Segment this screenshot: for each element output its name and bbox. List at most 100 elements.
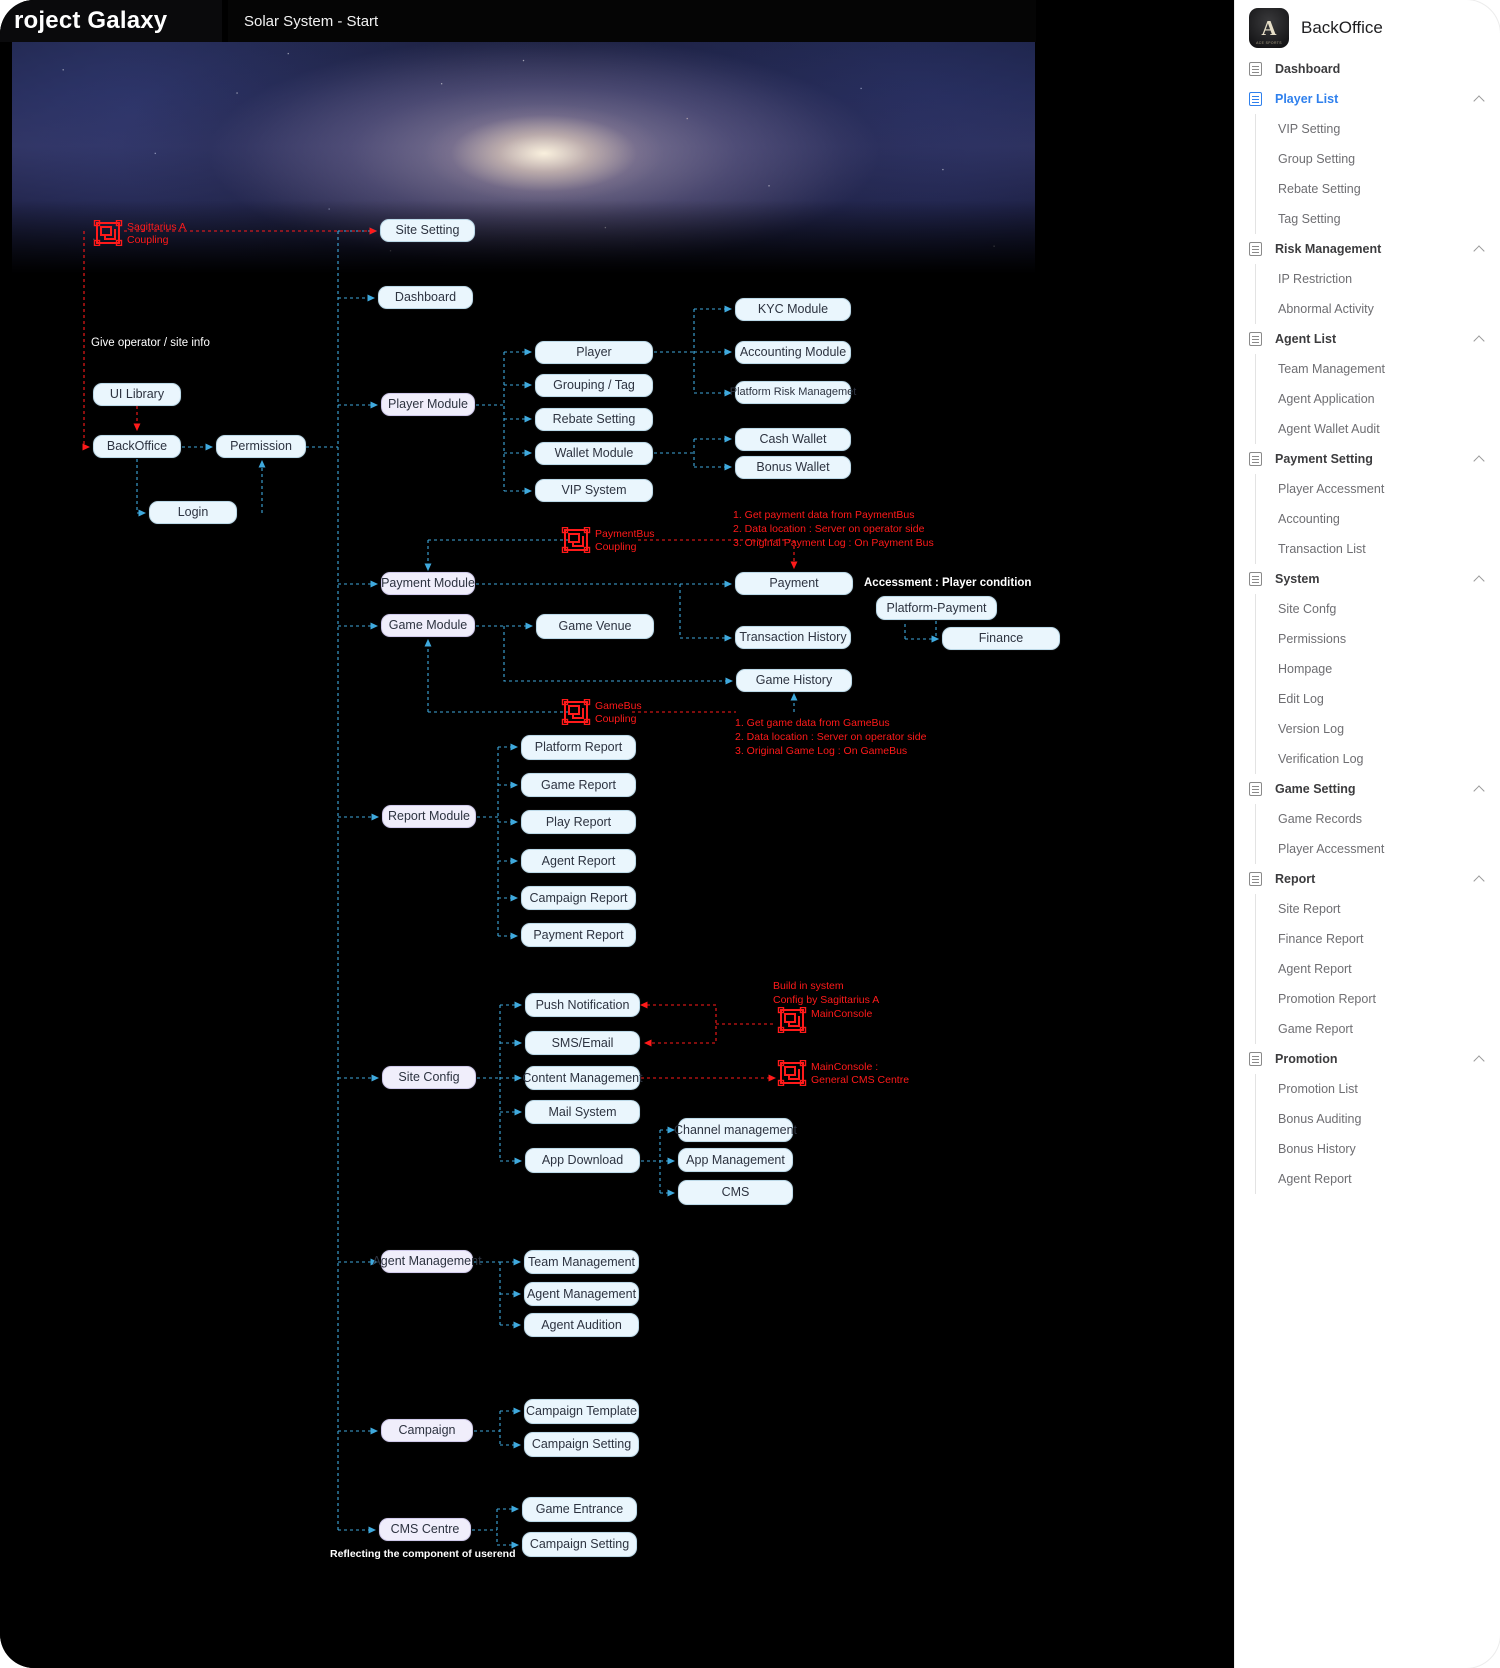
chevron-up-icon[interactable]: [1474, 1053, 1486, 1065]
node-content-management[interactable]: Content Management: [522, 1066, 643, 1090]
document-tab-bar[interactable]: Solar System - Start: [228, 0, 1036, 42]
sidebar-item-dashboard[interactable]: Dashboard: [1235, 54, 1500, 84]
backoffice-sidebar[interactable]: A ACE SPORTS BackOffice Dashboard Player …: [1235, 0, 1500, 1668]
sidebar-subitem-vip-setting[interactable]: VIP Setting: [1256, 114, 1500, 144]
node-campaign-setting-2[interactable]: Campaign Setting: [522, 1532, 637, 1557]
node-platform-payment[interactable]: Platform-Payment: [876, 596, 997, 620]
sidebar-item-risk-management[interactable]: Risk Management: [1235, 234, 1500, 264]
sidebar-item-payment-setting[interactable]: Payment Setting: [1235, 444, 1500, 474]
node-agent-management-2[interactable]: Agent Management: [524, 1282, 639, 1306]
sidebar-subitem-transaction-list[interactable]: Transaction List: [1256, 534, 1500, 564]
sidebar-subitem-tag-setting[interactable]: Tag Setting: [1256, 204, 1500, 234]
sidebar-subitem-hompage[interactable]: Hompage: [1256, 654, 1500, 684]
sidebar-subitem-bonus-auditing[interactable]: Bonus Auditing: [1256, 1104, 1500, 1134]
node-permission[interactable]: Permission: [216, 435, 306, 458]
node-login[interactable]: Login: [149, 501, 237, 524]
node-campaign-setting[interactable]: Campaign Setting: [524, 1432, 639, 1457]
sidebar-subitem-agent-report[interactable]: Agent Report: [1256, 954, 1500, 984]
sidebar-subitem-agent-wallet-audit[interactable]: Agent Wallet Audit: [1256, 414, 1500, 444]
node-cash-wallet[interactable]: Cash Wallet: [735, 428, 851, 451]
sidebar-subitem-game-records[interactable]: Game Records: [1256, 804, 1500, 834]
sidebar-subitem-rebate-setting[interactable]: Rebate Setting: [1256, 174, 1500, 204]
sidebar-item-player-list[interactable]: Player List: [1235, 84, 1500, 114]
sidebar-item-system[interactable]: System: [1235, 564, 1500, 594]
node-game-history[interactable]: Game History: [736, 669, 852, 692]
sidebar-subitem-abnormal-activity[interactable]: Abnormal Activity: [1256, 294, 1500, 324]
chevron-up-icon[interactable]: [1474, 93, 1486, 105]
sidebar-subitem-site-confg[interactable]: Site Confg: [1256, 594, 1500, 624]
node-sms-email[interactable]: SMS/Email: [525, 1031, 640, 1055]
node-bonus-wallet[interactable]: Bonus Wallet: [735, 456, 851, 479]
node-kyc-module[interactable]: KYC Module: [735, 298, 851, 321]
node-play-report[interactable]: Play Report: [521, 810, 636, 834]
node-transaction-history[interactable]: Transaction History: [735, 626, 851, 649]
chevron-up-icon[interactable]: [1474, 573, 1486, 585]
sidebar-item-promotion[interactable]: Promotion: [1235, 1044, 1500, 1074]
node-team-management[interactable]: Team Management: [524, 1250, 639, 1274]
sidebar-subitem-version-log[interactable]: Version Log: [1256, 714, 1500, 744]
sidebar-subitem-game-report[interactable]: Game Report: [1256, 1014, 1500, 1044]
node-game-entrance[interactable]: Game Entrance: [522, 1497, 637, 1522]
node-agent-audition[interactable]: Agent Audition: [524, 1313, 639, 1337]
sidebar-item-agent-list[interactable]: Agent List: [1235, 324, 1500, 354]
node-campaign-report[interactable]: Campaign Report: [521, 886, 636, 910]
node-game-venue[interactable]: Game Venue: [536, 614, 654, 639]
sidebar-nav[interactable]: Dashboard Player List VIP Setting Group Set…: [1235, 54, 1500, 1194]
sidebar-subitem-accounting[interactable]: Accounting: [1256, 504, 1500, 534]
node-site-setting[interactable]: Site Setting: [380, 219, 475, 242]
node-payment[interactable]: Payment: [735, 572, 853, 595]
sidebar-subitem-player-accessment[interactable]: Player Accessment: [1256, 474, 1500, 504]
node-campaign[interactable]: Campaign: [381, 1419, 473, 1442]
node-accounting-module[interactable]: Accounting Module: [735, 341, 851, 364]
diagram-canvas[interactable]: Site Setting Dashboard UI Library BackOffic…: [0, 0, 1235, 1668]
node-backoffice[interactable]: BackOffice: [93, 435, 181, 458]
node-cms[interactable]: CMS: [678, 1180, 793, 1205]
coupling-icon-sagittarius-a[interactable]: Sagittarius A Coupling: [93, 220, 186, 246]
chevron-up-icon[interactable]: [1474, 783, 1486, 795]
node-game-module[interactable]: Game Module: [381, 614, 475, 637]
node-finance[interactable]: Finance: [942, 627, 1060, 650]
node-platform-risk[interactable]: Platform Risk Managemet: [730, 381, 856, 404]
node-campaign-template[interactable]: Campaign Template: [524, 1399, 639, 1424]
node-wallet-module[interactable]: Wallet Module: [535, 442, 653, 465]
coupling-icon-gamebus[interactable]: GameBus Coupling: [561, 699, 642, 725]
node-payment-module[interactable]: Payment Module: [381, 572, 475, 595]
node-ui-library[interactable]: UI Library: [93, 383, 181, 406]
node-player[interactable]: Player: [535, 341, 653, 364]
sidebar-item-report[interactable]: Report: [1235, 864, 1500, 894]
node-push-notification[interactable]: Push Notification: [525, 993, 640, 1017]
sidebar-subitem-group-setting[interactable]: Group Setting: [1256, 144, 1500, 174]
sidebar-subitem-player-accessment[interactable]: Player Accessment: [1256, 834, 1500, 864]
sidebar-subitem-promotion-report[interactable]: Promotion Report: [1256, 984, 1500, 1014]
coupling-icon-mainconsole-2[interactable]: MainConsole : General CMS Centre: [777, 1060, 909, 1086]
node-payment-report[interactable]: Payment Report: [521, 923, 636, 947]
node-game-report[interactable]: Game Report: [521, 773, 636, 797]
document-tab-title[interactable]: Solar System - Start: [244, 13, 378, 30]
chevron-up-icon[interactable]: [1474, 333, 1486, 345]
sidebar-subitem-site-report[interactable]: Site Report: [1256, 894, 1500, 924]
node-mail-system[interactable]: Mail System: [525, 1100, 640, 1124]
node-app-management[interactable]: App Management: [678, 1148, 793, 1172]
node-agent-management[interactable]: Agent Management: [372, 1250, 482, 1273]
node-grouping-tag[interactable]: Grouping / Tag: [535, 374, 653, 397]
node-dashboard[interactable]: Dashboard: [378, 286, 473, 309]
node-agent-report[interactable]: Agent Report: [521, 849, 636, 873]
node-player-module[interactable]: Player Module: [381, 393, 475, 416]
sidebar-subitem-agent-application[interactable]: Agent Application: [1256, 384, 1500, 414]
chevron-up-icon[interactable]: [1474, 453, 1486, 465]
sidebar-subitem-edit-log[interactable]: Edit Log: [1256, 684, 1500, 714]
node-app-download[interactable]: App Download: [525, 1148, 640, 1173]
coupling-icon-paymentbus[interactable]: PaymentBus Coupling: [561, 527, 655, 553]
coupling-icon-mainconsole-1[interactable]: MainConsole: [777, 1007, 872, 1033]
chevron-up-icon[interactable]: [1474, 243, 1486, 255]
node-rebate-setting[interactable]: Rebate Setting: [535, 408, 653, 431]
sidebar-subitem-finance-report[interactable]: Finance Report: [1256, 924, 1500, 954]
sidebar-subitem-bonus-history[interactable]: Bonus History: [1256, 1134, 1500, 1164]
sidebar-item-game-setting[interactable]: Game Setting: [1235, 774, 1500, 804]
node-report-module[interactable]: Report Module: [382, 805, 476, 828]
sidebar-subitem-permissions[interactable]: Permissions: [1256, 624, 1500, 654]
sidebar-subitem-ip-restriction[interactable]: IP Restriction: [1256, 264, 1500, 294]
sidebar-subitem-agent-report[interactable]: Agent Report: [1256, 1164, 1500, 1194]
sidebar-subitem-verification-log[interactable]: Verification Log: [1256, 744, 1500, 774]
sidebar-subitem-promotion-list[interactable]: Promotion List: [1256, 1074, 1500, 1104]
